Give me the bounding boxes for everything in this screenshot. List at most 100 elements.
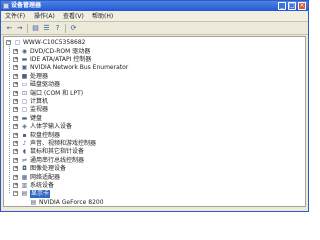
menu-bar: 文件(F) 操作(A) 查看(V) 帮助(H)	[1, 11, 308, 22]
expand-icon[interactable]: +	[13, 149, 18, 154]
expand-icon[interactable]: +	[13, 141, 18, 146]
processor-icon: ■	[21, 73, 28, 80]
tree-item[interactable]: + ⊡ 端口 (COM 和 LPT)	[4, 90, 304, 98]
device-tree[interactable]: − ▢ WWW-C10C5358682 + ◉ DVD/CD-ROM 驱动器 + ▬ ID…	[3, 36, 306, 207]
cdrom-icon: ◉	[21, 48, 28, 55]
tree-item-label: 通用串行总线控制器	[30, 157, 85, 164]
keyboard-icon: ▬	[21, 115, 28, 122]
computer-icon: ▢	[21, 98, 28, 105]
disk-drive-icon: ▭	[21, 81, 28, 88]
toolbar-divider	[27, 24, 28, 33]
tree-item[interactable]: + ▦ 网络适配器	[4, 174, 304, 182]
tree-item[interactable]: + ▭ 磁盘驱动器	[4, 81, 304, 89]
menu-view[interactable]: 查看(V)	[63, 13, 84, 20]
properties-icon[interactable]: ☰	[42, 24, 51, 33]
tree-item[interactable]: + ◈ 人体学输入设备	[4, 123, 304, 131]
maximize-button[interactable]: □	[288, 2, 296, 10]
toolbar-divider	[65, 24, 66, 33]
tree-item-label: 键盘	[30, 115, 43, 122]
tree-item[interactable]: + ▥ 系统设备	[4, 182, 304, 190]
port-icon: ⊡	[21, 90, 28, 97]
tree-item[interactable]: + ◘ 图像处理设备	[4, 165, 304, 173]
tree-item-label: 图像处理设备	[30, 165, 67, 172]
expand-icon[interactable]: +	[13, 49, 18, 54]
back-arrow-icon[interactable]: ←	[5, 24, 14, 33]
tree-item-label: DVD/CD-ROM 驱动器	[30, 48, 91, 55]
menu-help[interactable]: 帮助(H)	[92, 13, 113, 20]
tree-item-label: 鼠标和其它指针设备	[30, 148, 85, 155]
menu-file[interactable]: 文件(F)	[5, 13, 25, 20]
tree-item-label: 网络适配器	[30, 174, 61, 181]
imaging-device-icon: ◘	[22, 165, 27, 172]
tree-item-label: 系统设备	[30, 182, 55, 189]
collapse-icon[interactable]: −	[6, 40, 11, 45]
ide-controller-icon: ▬	[21, 56, 28, 63]
tree-item[interactable]: + ■ 处理器	[4, 73, 304, 81]
expand-icon[interactable]: +	[13, 133, 18, 138]
tree-item-label: 软盘控制器	[30, 132, 61, 139]
tree-item-label: 端口 (COM 和 LPT)	[30, 90, 84, 97]
tree-item[interactable]: + ▬ 键盘	[4, 115, 304, 123]
minimize-button[interactable]: _	[278, 2, 286, 10]
tree-item-label: 声音、视频和游戏控制器	[30, 140, 97, 147]
scan-hardware-icon[interactable]: ⟳	[69, 24, 78, 33]
tree-root-label: WWW-C10C5358682	[23, 39, 86, 46]
mouse-icon: ◖	[22, 148, 27, 155]
tree-item-label: 计算机	[30, 98, 49, 105]
expand-icon[interactable]: +	[13, 175, 18, 180]
tree-item-label: 磁盘驱动器	[30, 81, 61, 88]
tree-item-label: 人体学输入设备	[30, 123, 73, 130]
expand-icon[interactable]: +	[13, 107, 18, 112]
tree-item-label: IDE ATA/ATAPI 控制器	[30, 56, 92, 63]
network-bus-icon: ▣	[21, 64, 28, 71]
expand-icon[interactable]: +	[13, 91, 18, 96]
tree-item-label: 监视器	[30, 106, 49, 113]
tree-root[interactable]: − ▢ WWW-C10C5358682	[4, 39, 304, 47]
title-bar[interactable]: 设备管理器 _ □ ×	[1, 1, 308, 11]
tree-item[interactable]: + ▪ 软盘控制器	[4, 132, 304, 140]
tree-item[interactable]: + ▣ NVIDIA Network Bus Enumerator	[4, 64, 304, 72]
tree-item[interactable]: − ▤ 显示卡	[4, 190, 304, 198]
expand-icon[interactable]: +	[13, 65, 18, 70]
tree-item[interactable]: + ⇌ 通用串行总线控制器	[4, 157, 304, 165]
tree-item[interactable]: + ♪ 声音、视频和游戏控制器	[4, 140, 304, 148]
tree-view-icon[interactable]: ▤	[31, 24, 40, 33]
display-adapter-icon: ▤	[21, 190, 28, 197]
expand-icon[interactable]: +	[13, 124, 18, 129]
display-card-icon: ▤	[30, 199, 37, 206]
tree-item[interactable]: + ▢ 监视器	[4, 106, 304, 114]
expand-icon[interactable]: +	[13, 183, 18, 188]
system-device-icon: ▥	[21, 182, 28, 189]
tree-item[interactable]: + ▢ 计算机	[4, 98, 304, 106]
expand-icon[interactable]: +	[13, 99, 18, 104]
expand-icon[interactable]: +	[13, 57, 18, 62]
expand-icon[interactable]: +	[13, 166, 18, 171]
usb-icon: ⇌	[21, 157, 28, 164]
floppy-controller-icon: ▪	[22, 132, 27, 139]
tree-item-label: 显示卡	[30, 190, 51, 198]
tree-item[interactable]: + ◖ 鼠标和其它指针设备	[4, 148, 304, 156]
tree-child-item[interactable]: ▤ NVIDIA GeForce 8200	[4, 199, 304, 206]
expand-icon[interactable]: +	[13, 158, 18, 163]
menu-action[interactable]: 操作(A)	[34, 13, 55, 20]
tree-item-label: NVIDIA Network Bus Enumerator	[30, 64, 129, 71]
device-manager-window: 设备管理器 _ □ × 文件(F) 操作(A) 查看(V) 帮助(H) ← → …	[0, 0, 309, 212]
window-title: 设备管理器	[11, 2, 42, 9]
expand-icon[interactable]: +	[13, 74, 18, 79]
device-manager-icon	[3, 3, 9, 9]
help-icon[interactable]: ?	[53, 24, 62, 33]
tree-item[interactable]: + ◉ DVD/CD-ROM 驱动器	[4, 48, 304, 56]
toolbar: ← → ▤ ☰ ? ⟳	[1, 22, 308, 35]
close-button[interactable]: ×	[298, 2, 306, 10]
forward-arrow-icon[interactable]: →	[15, 24, 24, 33]
expand-icon[interactable]: +	[13, 116, 18, 121]
tree-child-label: NVIDIA GeForce 8200	[39, 199, 104, 206]
sound-icon: ♪	[22, 140, 27, 147]
computer-icon: ▢	[14, 39, 21, 46]
network-adapter-icon: ▦	[21, 174, 28, 181]
collapse-icon[interactable]: −	[13, 191, 18, 196]
monitor-icon: ▢	[21, 106, 28, 113]
tree-item[interactable]: + ▬ IDE ATA/ATAPI 控制器	[4, 56, 304, 64]
tree-item-label: 处理器	[30, 73, 49, 80]
expand-icon[interactable]: +	[13, 82, 18, 87]
